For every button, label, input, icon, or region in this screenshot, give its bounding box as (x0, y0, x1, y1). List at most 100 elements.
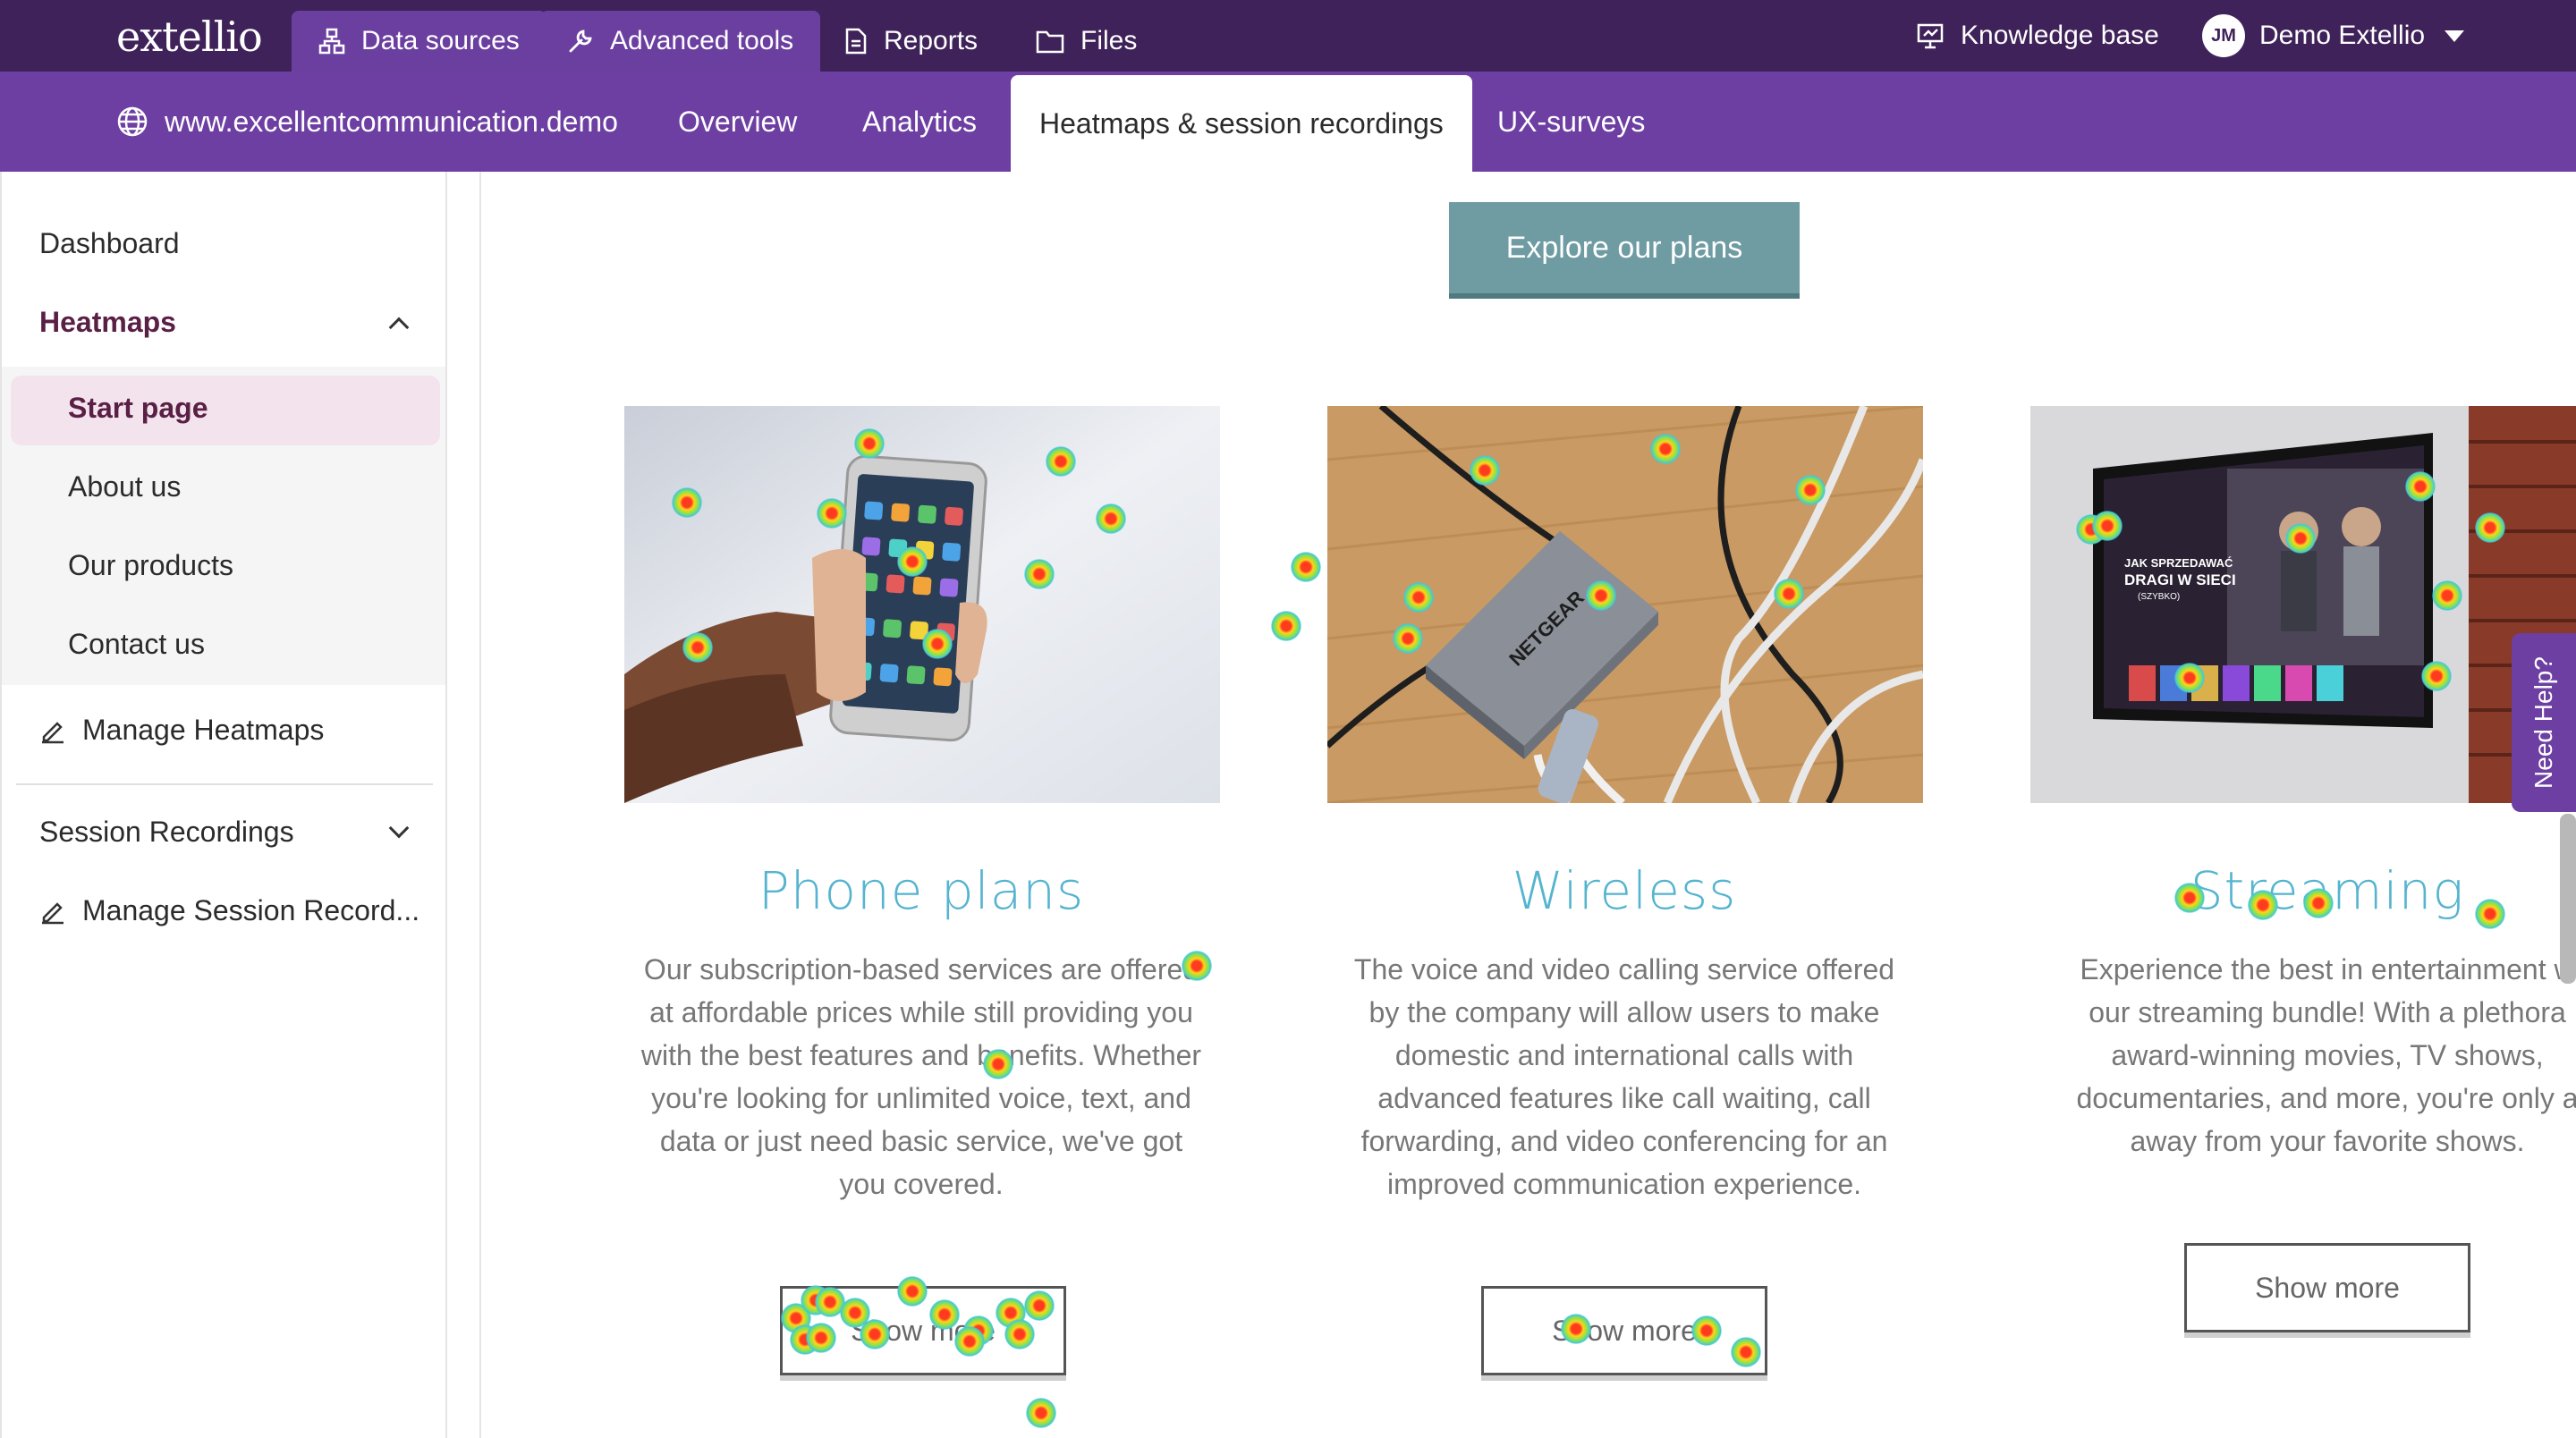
pencil-icon (42, 901, 64, 924)
site-url: www.excellentcommunication.demo (165, 105, 618, 138)
heat-spot (2432, 580, 2462, 611)
user-name: Demo Extellio (2259, 21, 2426, 50)
heatmap-preview: Explore our plans NETGEAR JAK SPRZEDAWAĆ… (447, 172, 2576, 1438)
tab-analytics[interactable]: Analytics (862, 72, 977, 172)
sidebar: Dashboard Heatmaps Start page About us O… (0, 172, 447, 1438)
heat-spot (922, 629, 953, 659)
body-line: by the company will allow users to make (1368, 996, 1880, 1028)
tab-heatmaps-session-recordings[interactable]: Heatmaps & session recordings (1011, 75, 1472, 172)
tab-label: Data sources (361, 26, 520, 55)
heat-spot (2248, 890, 2278, 920)
show-more-streaming-button[interactable]: Show more (2184, 1243, 2470, 1332)
body-line: data or just need basic service, we've g… (659, 1125, 1183, 1157)
scrollbar-thumb[interactable] (2560, 814, 2576, 984)
site-subnav: www.excellentcommunication.demo Overview… (0, 72, 2576, 172)
body-line: documentaries, and more, you're only a (2076, 1082, 2576, 1114)
heat-spot (2092, 511, 2123, 541)
body-line: domestic and international calls with (1394, 1039, 1854, 1071)
heat-spot (897, 1276, 928, 1307)
body-line: you covered. (839, 1168, 1004, 1200)
body-line: forwarding, and video conferencing for a… (1360, 1125, 1888, 1157)
heat-spot (1774, 579, 1804, 609)
heat-spot (954, 1326, 985, 1357)
body-line: our streaming bundle! With a plethora (2089, 996, 2566, 1028)
sidebar-page-start-page[interactable]: Start page (68, 392, 208, 425)
heatmaps-label: Heatmaps (39, 306, 176, 338)
card-title-wireless: Wireless (1512, 860, 1737, 921)
heat-spot (1403, 582, 1434, 613)
heat-spot (1026, 1398, 1056, 1428)
heat-spot (817, 498, 847, 529)
body-line: you're looking for unlimited voice, text… (651, 1082, 1191, 1114)
heat-spot (1795, 475, 1826, 505)
card-body-phone-plans: Our subscription-based services are offe… (608, 948, 1234, 1205)
tab-advanced-tools[interactable]: Advanced tools (540, 11, 821, 72)
sidebar-item-manage-session-recordings[interactable]: Manage Session Record... (39, 894, 419, 927)
top-bar: extellio Data sources Advanced tools Rep… (0, 0, 2576, 72)
heat-spot (1096, 503, 1126, 534)
globe-icon (117, 106, 148, 137)
phone-plans-image (624, 406, 1220, 803)
heat-spot (2303, 888, 2334, 918)
heat-spot (1024, 559, 1055, 589)
pencil-icon (42, 721, 64, 743)
show-more-wireless-button[interactable]: Show more (1481, 1286, 1767, 1375)
need-help-label: Need Help? (2529, 656, 2557, 789)
tv-line-1: JAK SPRZEDAWAĆ (2124, 556, 2233, 570)
heat-spot (2405, 471, 2436, 502)
tab-label: Advanced tools (610, 26, 794, 55)
heat-spot (1271, 611, 1301, 641)
body-line: award-winning movies, TV shows, (2111, 1039, 2544, 1071)
body-line: with the best features and benefits. Whe… (640, 1039, 1202, 1071)
knowledge-base-label: Knowledge base (1961, 21, 2159, 50)
caret-down-icon (2445, 30, 2465, 42)
presentation-icon (1917, 23, 1944, 49)
tab-label: Files (1080, 26, 1138, 55)
sidebar-page-contact-us[interactable]: Contact us (68, 628, 205, 661)
body-line: Our subscription-based services are offe… (643, 953, 1199, 985)
tv-line-2: DRAGI W SIECI (2124, 571, 2236, 588)
wrench-icon (569, 30, 592, 53)
tab-reports[interactable]: Reports (818, 11, 1004, 72)
avatar: JM (2202, 14, 2245, 57)
sidebar-item-manage-heatmaps[interactable]: Manage Heatmaps (39, 714, 324, 747)
heat-spot (1691, 1315, 1722, 1346)
body-line: Experience the best in entertainment w (2080, 953, 2575, 985)
tab-files[interactable]: Files (1009, 11, 1164, 72)
manage-session-recordings-label: Manage Session Record... (82, 894, 420, 926)
document-icon (845, 28, 867, 55)
tab-label: Reports (884, 26, 979, 55)
heat-spot (1470, 455, 1500, 486)
heat-spot (2421, 661, 2452, 691)
site-selector[interactable]: www.excellentcommunication.demo (116, 72, 618, 172)
chevron-down-icon[interactable] (388, 817, 410, 839)
body-line: advanced features like call waiting, cal… (1377, 1082, 1871, 1114)
sidebar-item-heatmaps[interactable]: Heatmaps (39, 306, 415, 339)
knowledge-base-link[interactable]: Knowledge base (1916, 0, 2159, 72)
sidebar-page-our-products[interactable]: Our products (68, 549, 233, 582)
heat-spot (860, 1319, 890, 1349)
card-body-wireless: The voice and video calling service offe… (1311, 948, 1937, 1205)
sidebar-page-about-us[interactable]: About us (68, 470, 181, 503)
folder-icon (1036, 30, 1064, 54)
sidebar-item-session-recordings[interactable]: Session Recordings (39, 816, 294, 849)
user-menu[interactable]: JM Demo Extellio (2202, 0, 2465, 72)
heat-spot (2475, 899, 2505, 929)
need-help-button[interactable]: Need Help? (2512, 633, 2576, 812)
tab-overview[interactable]: Overview (678, 72, 797, 172)
heat-spot (1731, 1337, 1761, 1367)
sidebar-item-dashboard[interactable]: Dashboard (39, 227, 180, 260)
sitemap-icon (318, 28, 345, 55)
heat-spot (2174, 883, 2205, 913)
heat-spot (682, 632, 713, 663)
heat-spot (1291, 552, 1321, 582)
heat-spot (929, 1299, 960, 1330)
tab-data-sources[interactable]: Data sources (292, 11, 547, 72)
extellio-logo[interactable]: extellio (116, 13, 263, 61)
heat-spot (1024, 1290, 1055, 1321)
heat-spot (2174, 663, 2205, 693)
explore-plans-button[interactable]: Explore our plans (1449, 202, 1800, 299)
tab-ux-surveys[interactable]: UX-surveys (1497, 72, 1645, 172)
body-line: away from your favorite shows. (2130, 1125, 2525, 1157)
streaming-image: JAK SPRZEDAWAĆ DRAGI W SIECI (SZYBKO) (2030, 406, 2576, 803)
